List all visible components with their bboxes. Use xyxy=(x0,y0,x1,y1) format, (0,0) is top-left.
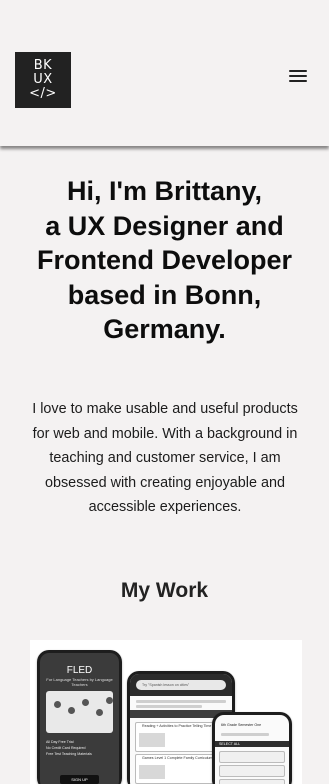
brand-logo[interactable]: BK UX </> xyxy=(15,52,71,108)
hero-heading-line: based in Bonn, xyxy=(67,279,262,310)
menu-bar xyxy=(289,80,307,82)
teachers-illustration xyxy=(46,691,113,733)
my-work-heading: My Work xyxy=(120,579,209,602)
intro-line: teaching and customer service, I am xyxy=(49,450,281,466)
phone-screen: 6th Grade Semester One SELECT ALL xyxy=(215,715,289,784)
result-thumbnail xyxy=(139,733,165,747)
phone-screen: FLED For Language Teachers by Language T… xyxy=(40,653,119,784)
phone-mockup-semester: 6th Grade Semester One SELECT ALL xyxy=(212,712,292,784)
lesson-row xyxy=(219,751,285,763)
hero-heading-line: a UX Designer and xyxy=(45,210,284,241)
placeholder-line xyxy=(136,700,226,703)
intro-line: accessible experiences. xyxy=(88,499,242,515)
select-all-bar: SELECT ALL xyxy=(215,741,289,747)
hero-heading: Hi, I'm Brittany, a UX Designer and Fron… xyxy=(0,174,329,347)
result-thumbnail xyxy=(139,765,165,779)
semester-header: 6th Grade Semester One xyxy=(221,723,262,727)
intro-paragraph: I love to make usable and useful product… xyxy=(6,397,324,520)
placeholder-line xyxy=(221,733,269,736)
hero-heading-line: Frontend Developer xyxy=(36,245,293,275)
hero-heading-line: Germany. xyxy=(103,314,226,344)
lesson-row xyxy=(219,779,285,784)
app-search-field: Try "Spanish lesson on cities" xyxy=(136,680,226,690)
hamburger-menu-icon[interactable] xyxy=(289,68,307,84)
fled-signup-button: SIGN UP xyxy=(60,775,99,784)
logo-line-3: </> xyxy=(29,86,57,101)
intro-line: obsessed with creating enjoyable and xyxy=(44,474,285,491)
select-all-label: SELECT ALL xyxy=(219,742,241,746)
result-title: Reading + Activities to Practice Telling… xyxy=(142,724,220,728)
menu-bar xyxy=(289,70,307,72)
result-title: Games Level 1 Complete Family Curriculum xyxy=(142,756,213,760)
project-card-fled[interactable]: FLED For Language Teachers by Language T… xyxy=(30,640,302,784)
intro-line: I love to make usable and useful product… xyxy=(32,401,298,417)
fled-app-title: FLED xyxy=(66,665,93,676)
phone-mockup-landing: FLED For Language Teachers by Language T… xyxy=(37,650,122,784)
fled-feature: Free Test Teaching Materials xyxy=(46,752,92,756)
fled-feature-list: All Day Free Trial No Credit Card Requir… xyxy=(46,739,113,757)
lesson-row xyxy=(219,765,285,777)
app-search-bar: Try "Spanish lesson on cities" xyxy=(130,674,232,696)
logo-line-2: UX xyxy=(33,72,53,87)
logo-line-1: BK xyxy=(33,58,53,73)
site-header: BK UX </> xyxy=(0,0,329,146)
hero-heading-line: Hi, I'm Brittany, xyxy=(67,176,262,206)
fled-app-subtitle: For Language Teachers by Language Teache… xyxy=(46,677,113,687)
placeholder-line xyxy=(136,705,202,708)
menu-bar xyxy=(289,75,307,77)
intro-line: for web and mobile. With a background in xyxy=(32,425,298,442)
